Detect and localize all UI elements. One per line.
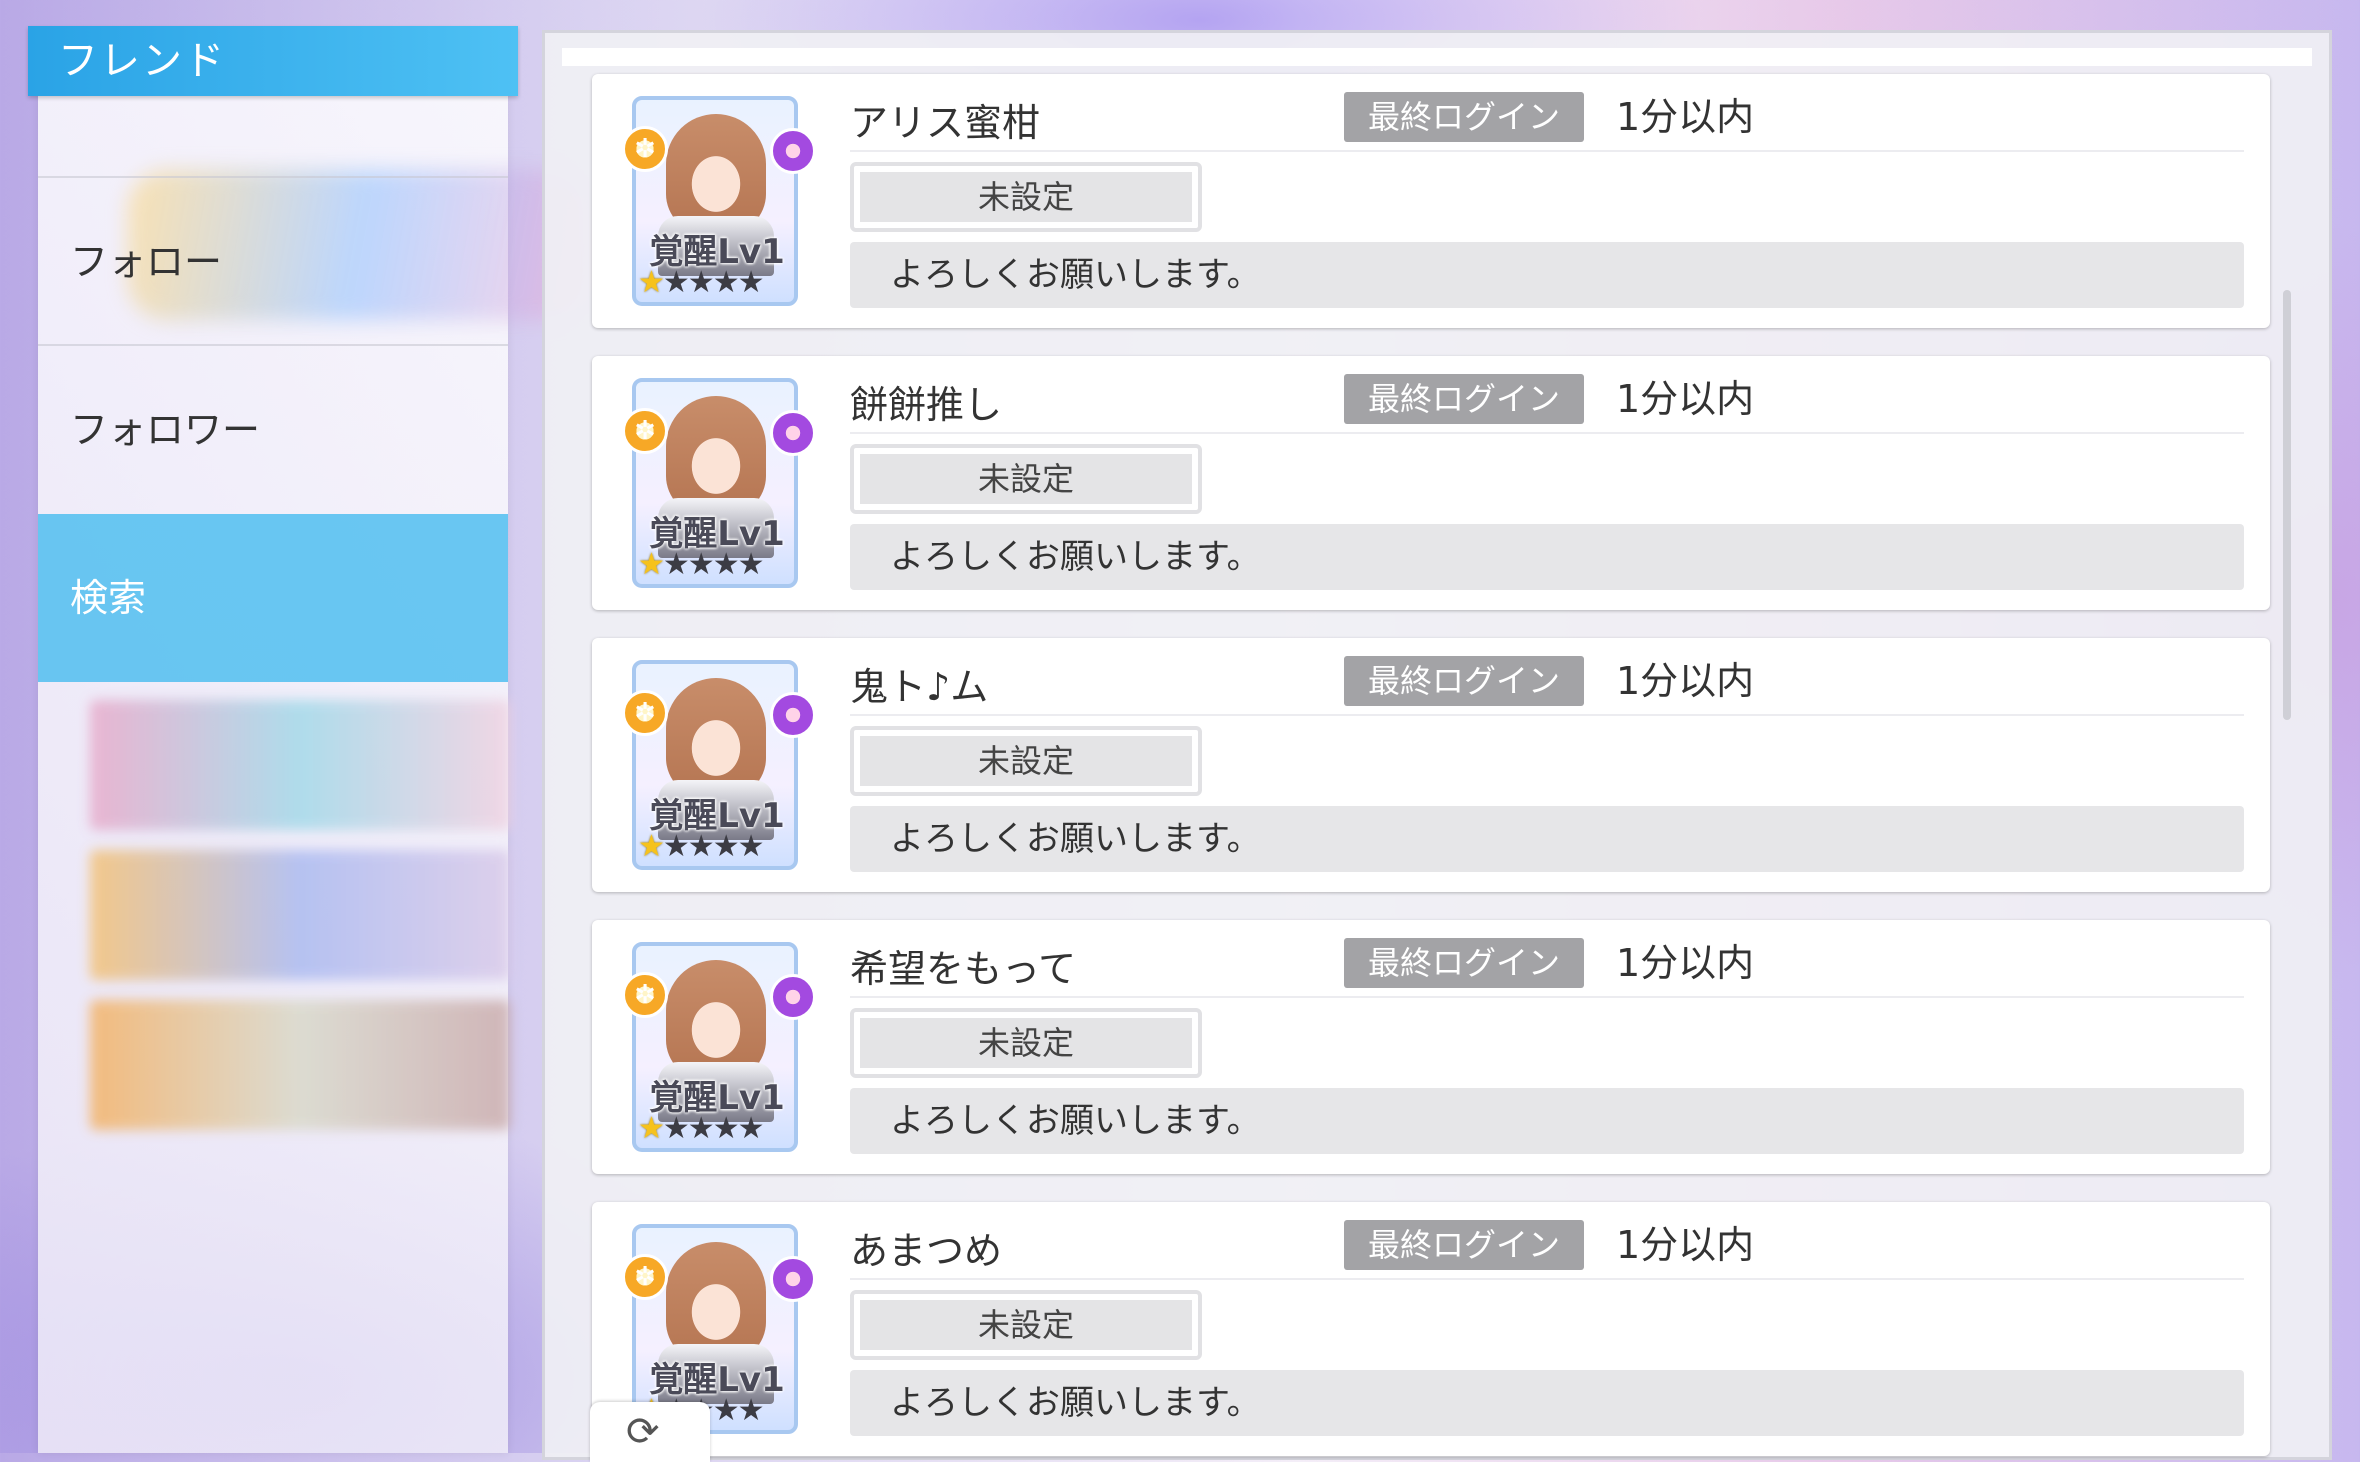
awake-level: 覚醒Lv1 bbox=[649, 1078, 785, 1118]
last-login-badge: 最終ログイン bbox=[1344, 374, 1584, 424]
rarity-stars: ★★★★★ bbox=[638, 266, 808, 300]
awake-level: 覚醒Lv1 bbox=[649, 1360, 785, 1400]
status-label: 未設定 bbox=[860, 172, 1192, 222]
star-icon: ★ bbox=[638, 547, 665, 582]
sidebar-thumbnail bbox=[90, 1000, 510, 1130]
profile-message: よろしくお願いします。 bbox=[850, 242, 2244, 308]
last-login-time: 1分以内 bbox=[1616, 377, 1755, 421]
type-icon bbox=[770, 974, 816, 1020]
friend-header: フレンド bbox=[28, 26, 518, 96]
last-login-badge: 最終ログイン bbox=[1344, 938, 1584, 988]
divider bbox=[850, 996, 2244, 998]
status-label: 未設定 bbox=[860, 736, 1192, 786]
profile-message: よろしくお願いします。 bbox=[850, 524, 2244, 590]
refresh-button[interactable]: ⟳ bbox=[590, 1402, 710, 1462]
sidebar-thumbnail bbox=[90, 850, 510, 980]
attribute-icon: ✲ bbox=[622, 126, 668, 172]
star-icon: ★★★★ bbox=[662, 265, 765, 300]
friend-name: アリス蜜柑 bbox=[850, 101, 1041, 145]
type-icon bbox=[770, 1256, 816, 1302]
divider bbox=[850, 432, 2244, 434]
star-icon: ★★★★ bbox=[662, 829, 765, 864]
star-icon: ★ bbox=[638, 829, 665, 864]
sidebar-thumbnail bbox=[90, 700, 510, 830]
divider bbox=[850, 1278, 2244, 1280]
avatar[interactable]: ✲ 覚醒Lv1 ★★★★★ bbox=[622, 942, 816, 1152]
rarity-stars: ★★★★★ bbox=[638, 1112, 808, 1146]
divider bbox=[850, 714, 2244, 716]
star-icon: ★★★★ bbox=[662, 1111, 765, 1146]
status-box: 未設定 bbox=[850, 162, 1202, 232]
friend-header-title: フレンド bbox=[58, 38, 226, 84]
profile-message: よろしくお願いします。 bbox=[850, 1088, 2244, 1154]
status-box: 未設定 bbox=[850, 726, 1202, 796]
profile-message: よろしくお願いします。 bbox=[850, 806, 2244, 872]
scrollbar[interactable] bbox=[2283, 290, 2291, 720]
status-label: 未設定 bbox=[860, 1300, 1192, 1350]
sidebar-item-follow[interactable]: フォロー bbox=[38, 176, 508, 344]
attribute-icon: ✲ bbox=[622, 408, 668, 454]
rarity-stars: ★★★★★ bbox=[638, 830, 808, 864]
friend-card[interactable]: ✲ 覚醒Lv1 ★★★★★ あまつめ 最終ログイン 1分以内 未設定 よろしくお… bbox=[592, 1202, 2270, 1456]
friend-name: あまつめ bbox=[850, 1229, 1003, 1273]
avatar[interactable]: ✲ 覚醒Lv1 ★★★★★ bbox=[622, 660, 816, 870]
awake-level: 覚醒Lv1 bbox=[649, 514, 785, 554]
last-login-time: 1分以内 bbox=[1616, 941, 1755, 985]
type-icon bbox=[770, 128, 816, 174]
avatar[interactable]: ✲ 覚醒Lv1 ★★★★★ bbox=[622, 378, 816, 588]
friend-name: 希望をもって bbox=[850, 947, 1077, 991]
friend-name: 餅餅推し bbox=[850, 383, 1003, 427]
star-icon: ★ bbox=[638, 1111, 665, 1146]
attribute-icon: ✲ bbox=[622, 690, 668, 736]
divider bbox=[850, 150, 2244, 152]
sidebar-item-label: フォロー bbox=[70, 240, 223, 284]
last-login-time: 1分以内 bbox=[1616, 1223, 1755, 1267]
last-login-badge: 最終ログイン bbox=[1344, 1220, 1584, 1270]
profile-message: よろしくお願いします。 bbox=[850, 1370, 2244, 1436]
friend-card[interactable]: ✲ 覚醒Lv1 ★★★★★ 鬼ト♪ム 最終ログイン 1分以内 未設定 よろしくお… bbox=[592, 638, 2270, 892]
type-icon bbox=[770, 692, 816, 738]
attribute-icon: ✲ bbox=[622, 1254, 668, 1300]
last-login-time: 1分以内 bbox=[1616, 95, 1755, 139]
friend-card[interactable]: ✲ 覚醒Lv1 ★★★★★ アリス蜜柑 最終ログイン 1分以内 未設定 よろしく… bbox=[592, 74, 2270, 328]
friend-card[interactable]: ✲ 覚醒Lv1 ★★★★★ 餅餅推し 最終ログイン 1分以内 未設定 よろしくお… bbox=[592, 356, 2270, 610]
friend-card[interactable]: ✲ 覚醒Lv1 ★★★★★ 希望をもって 最終ログイン 1分以内 未設定 よろし… bbox=[592, 920, 2270, 1174]
star-icon: ★★★★ bbox=[662, 547, 765, 582]
sidebar-item-followers[interactable]: フォロワー bbox=[38, 344, 508, 512]
refresh-icon: ⟳ bbox=[626, 1409, 660, 1455]
avatar[interactable]: ✲ 覚醒Lv1 ★★★★★ bbox=[622, 96, 816, 306]
awake-level: 覚醒Lv1 bbox=[649, 232, 785, 272]
rarity-stars: ★★★★★ bbox=[638, 548, 808, 582]
attribute-icon: ✲ bbox=[622, 972, 668, 1018]
awake-level: 覚醒Lv1 bbox=[649, 796, 785, 836]
star-icon: ★ bbox=[638, 265, 665, 300]
status-label: 未設定 bbox=[860, 1018, 1192, 1068]
last-login-badge: 最終ログイン bbox=[1344, 656, 1584, 706]
status-box: 未設定 bbox=[850, 1008, 1202, 1078]
friend-name: 鬼ト♪ム bbox=[850, 665, 989, 709]
status-box: 未設定 bbox=[850, 444, 1202, 514]
last-login-time: 1分以内 bbox=[1616, 659, 1755, 703]
sidebar-item-label: フォロワー bbox=[70, 408, 261, 452]
status-label: 未設定 bbox=[860, 454, 1192, 504]
type-icon bbox=[770, 410, 816, 456]
panel-top-bar bbox=[562, 48, 2312, 66]
sidebar-item-label: 検索 bbox=[70, 576, 147, 620]
status-box: 未設定 bbox=[850, 1290, 1202, 1360]
sidebar-item-search[interactable]: 検索 bbox=[38, 514, 508, 682]
last-login-badge: 最終ログイン bbox=[1344, 92, 1584, 142]
